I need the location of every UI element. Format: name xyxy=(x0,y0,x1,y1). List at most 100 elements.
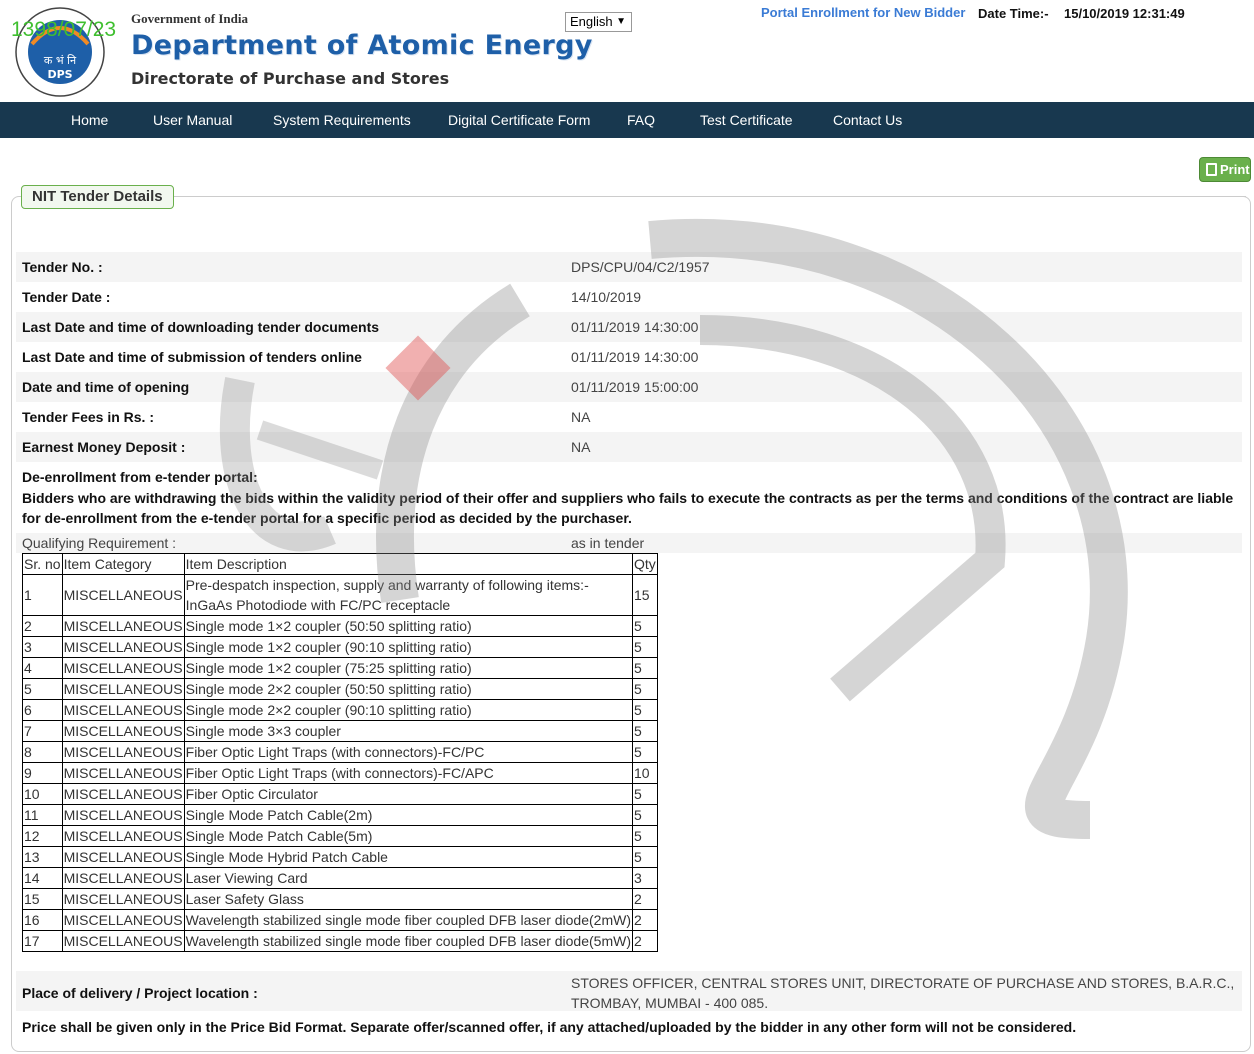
cell-qty: 2 xyxy=(632,930,658,952)
table-row: 13 MISCELLANEOUS Single Mode Hybrid Patch … xyxy=(22,846,658,868)
cell-category: MISCELLANEOUS xyxy=(61,867,185,889)
cell-qty: 10 xyxy=(632,762,658,784)
cell-sr-no: 8 xyxy=(22,741,63,763)
table-row: 15 MISCELLANEOUS Laser Safety Glass 2 xyxy=(22,888,658,910)
cell-sr-no: 4 xyxy=(22,657,63,679)
nav-contact-us[interactable]: Contact Us xyxy=(833,102,902,138)
cell-sr-no: 13 xyxy=(22,846,63,868)
printer-icon xyxy=(1206,163,1217,176)
cell-description: Laser Safety Glass xyxy=(183,888,634,910)
column-header: Qty xyxy=(632,553,658,575)
cell-qty: 15 xyxy=(632,574,658,616)
qualifying-row: Qualifying Requirement : as in tender xyxy=(16,533,1242,553)
cell-description: Single mode 2×2 coupler (50:50 splitting… xyxy=(183,678,634,700)
portal-enrollment-link[interactable]: Portal Enrollment for New Bidder xyxy=(761,5,965,20)
cell-sr-no: 5 xyxy=(22,678,63,700)
table-row: 16 MISCELLANEOUS Wavelength stabilized sin… xyxy=(22,909,658,931)
column-header: Item Category xyxy=(61,553,185,575)
cell-category: MISCELLANEOUS xyxy=(61,678,185,700)
table-row: 6 MISCELLANEOUS Single mode 2×2 coupler (9… xyxy=(22,699,658,721)
table-row: 11 MISCELLANEOUS Single Mode Patch Cable(2… xyxy=(22,804,658,826)
detail-value: DPS/CPU/04/C2/1957 xyxy=(571,259,710,275)
cell-qty: 5 xyxy=(632,636,658,658)
table-row: 9 MISCELLANEOUS Fiber Optic Light Traps (w… xyxy=(22,762,658,784)
cell-category: MISCELLANEOUS xyxy=(61,783,185,805)
deenrollment-title: De-enrollment from e-tender portal: xyxy=(22,469,258,485)
datetime-label: Date Time:- xyxy=(978,6,1049,21)
logo-hindi-text: क भं नि xyxy=(44,54,77,67)
language-select[interactable]: English ▼ xyxy=(565,12,632,32)
cell-category: MISCELLANEOUS xyxy=(61,846,185,868)
cell-category: MISCELLANEOUS xyxy=(61,804,185,826)
cell-description: Wavelength stabilized single mode fiber … xyxy=(183,930,634,952)
price-note: Price shall be given only in the Price B… xyxy=(22,1019,1077,1035)
cell-sr-no: 3 xyxy=(22,636,63,658)
department-title: Department of Atomic Energy xyxy=(131,30,593,61)
legend-divider xyxy=(186,196,1246,197)
qualifying-value: as in tender xyxy=(571,535,645,551)
detail-value: NA xyxy=(571,409,591,425)
cell-qty: 5 xyxy=(632,657,658,679)
detail-row-tender-fees: Tender Fees in Rs. : NA xyxy=(16,402,1242,432)
print-label: Print xyxy=(1220,162,1250,177)
cell-sr-no: 12 xyxy=(22,825,63,847)
directorate-subtitle: Directorate of Purchase and Stores xyxy=(131,69,450,88)
cell-qty: 5 xyxy=(632,678,658,700)
cell-qty: 5 xyxy=(632,720,658,742)
detail-row-tender-date: Tender Date : 14/10/2019 xyxy=(16,282,1242,312)
detail-value: 01/11/2019 14:30:00 xyxy=(571,319,699,335)
cell-sr-no: 2 xyxy=(22,615,63,637)
nav-faq[interactable]: FAQ xyxy=(627,102,655,138)
cell-category: MISCELLANEOUS xyxy=(61,615,185,637)
detail-row-submission-deadline: Last Date and time of submission of tend… xyxy=(16,342,1242,372)
cell-qty: 5 xyxy=(632,825,658,847)
detail-label: Last Date and time of submission of tend… xyxy=(22,349,362,365)
table-header-row: Sr. no Item Category Item Description Qt… xyxy=(22,553,658,575)
section-title: NIT Tender Details xyxy=(21,185,174,209)
table-row: 1 MISCELLANEOUS Pre-despatch inspection, s… xyxy=(22,574,658,616)
cell-description: Fiber Optic Light Traps (with connectors… xyxy=(183,741,634,763)
items-table: Sr. no Item Category Item Description Qt… xyxy=(22,553,658,952)
cell-description: Single mode 2×2 coupler (90:10 splitting… xyxy=(183,699,634,721)
page-header: क भं नि DPS 1398/07/23 Government of Ind… xyxy=(0,0,1254,102)
detail-label: Last Date and time of downloading tender… xyxy=(22,319,380,335)
cell-sr-no: 7 xyxy=(22,720,63,742)
main-nav: Home User Manual System Requirements Dig… xyxy=(0,102,1254,138)
cell-description: Single Mode Patch Cable(2m) xyxy=(183,804,634,826)
watermark-date: 1398/07/23 xyxy=(11,18,117,41)
place-value: STORES OFFICER, CENTRAL STORES UNIT, DIR… xyxy=(571,975,1235,1011)
cell-category: MISCELLANEOUS xyxy=(61,909,185,931)
nav-digital-certificate-form[interactable]: Digital Certificate Form xyxy=(448,102,590,138)
detail-value: NA xyxy=(571,439,591,455)
nav-user-manual[interactable]: User Manual xyxy=(153,102,232,138)
cell-sr-no: 9 xyxy=(22,762,63,784)
cell-qty: 5 xyxy=(632,783,658,805)
cell-sr-no: 11 xyxy=(22,804,63,826)
detail-row-download-deadline: Last Date and time of downloading tender… xyxy=(16,312,1242,342)
cell-qty: 2 xyxy=(632,909,658,931)
table-row: 5 MISCELLANEOUS Single mode 2×2 coupler (5… xyxy=(22,678,658,700)
detail-label: Tender Date : xyxy=(22,289,111,305)
cell-category: MISCELLANEOUS xyxy=(61,657,185,679)
logo-text: DPS xyxy=(47,68,72,81)
cell-description: Single mode 1×2 coupler (50:50 splitting… xyxy=(183,615,634,637)
cell-description: Fiber Optic Light Traps (with connectors… xyxy=(183,762,634,784)
cell-sr-no: 1 xyxy=(22,574,63,616)
print-button[interactable]: Print xyxy=(1199,157,1251,182)
cell-category: MISCELLANEOUS xyxy=(61,762,185,784)
table-row: 3 MISCELLANEOUS Single mode 1×2 coupler (9… xyxy=(22,636,658,658)
detail-row-opening-date: Date and time of opening 01/11/2019 15:0… xyxy=(16,372,1242,402)
cell-qty: 3 xyxy=(632,867,658,889)
detail-row-tender-no: Tender No. : DPS/CPU/04/C2/1957 xyxy=(16,252,1242,282)
datetime-value: 15/10/2019 12:31:49 xyxy=(1064,6,1185,21)
nav-test-certificate[interactable]: Test Certificate xyxy=(700,102,793,138)
cell-qty: 5 xyxy=(632,741,658,763)
cell-description: Single mode 3×3 coupler xyxy=(183,720,634,742)
cell-qty: 5 xyxy=(632,846,658,868)
cell-qty: 2 xyxy=(632,888,658,910)
cell-category: MISCELLANEOUS xyxy=(61,720,185,742)
nav-system-requirements[interactable]: System Requirements xyxy=(273,102,411,138)
place-label: Place of delivery / Project location : xyxy=(22,985,258,1001)
table-row: 10 MISCELLANEOUS Fiber Optic Circulator 5 xyxy=(22,783,658,805)
nav-home[interactable]: Home xyxy=(71,102,108,138)
